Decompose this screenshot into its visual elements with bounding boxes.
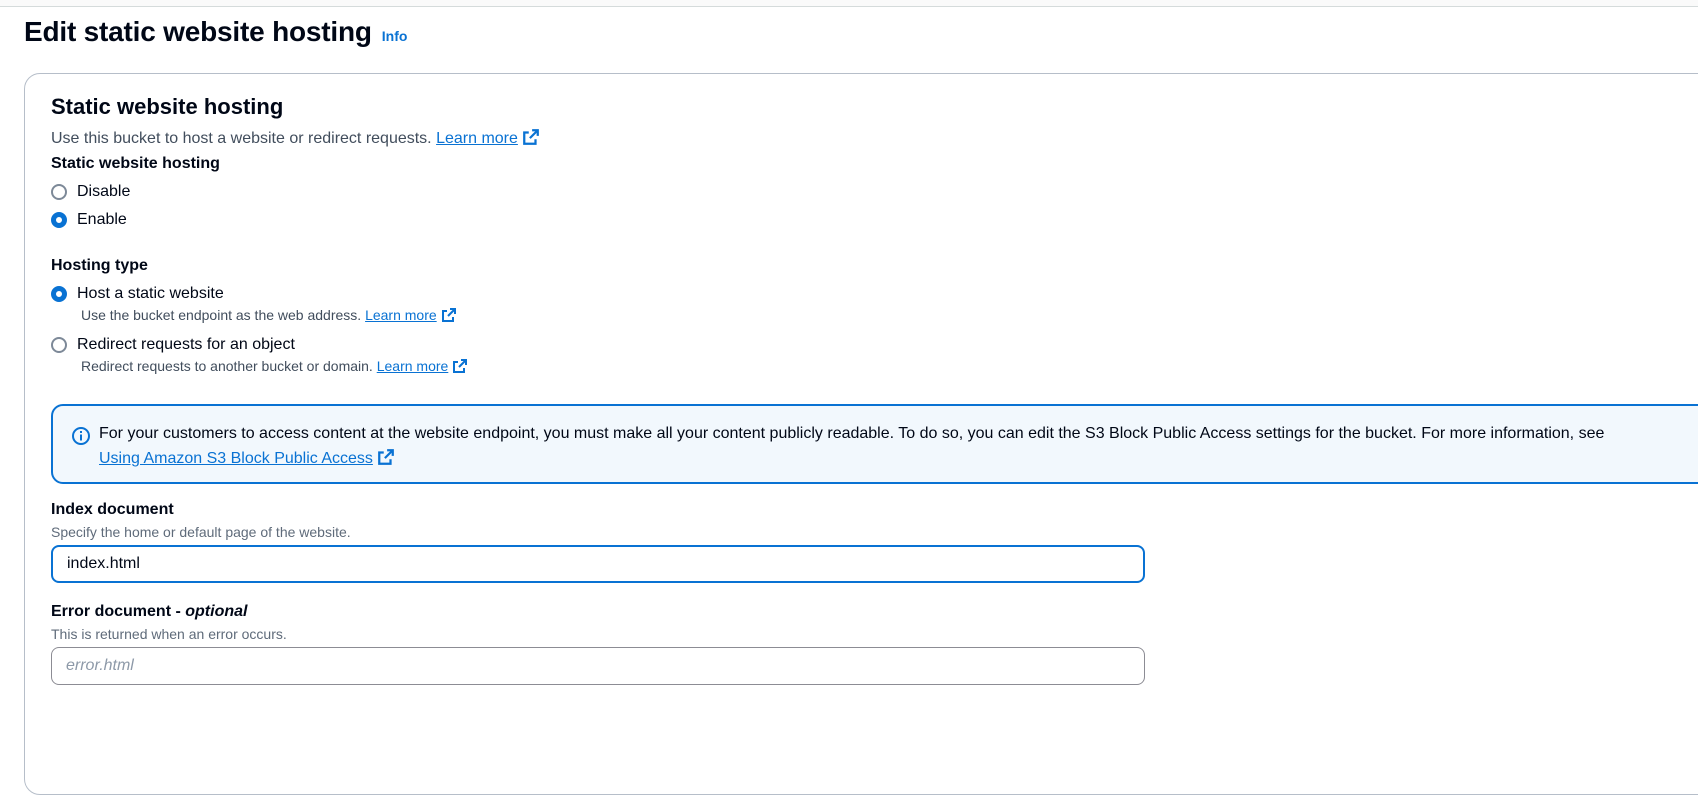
error-document-input[interactable] bbox=[51, 647, 1145, 685]
alert-text: For your customers to access content at … bbox=[99, 425, 1605, 442]
radio-button-redirect[interactable] bbox=[51, 337, 67, 353]
hosting-toggle-label: Static website hosting bbox=[51, 155, 220, 172]
index-document-label: Index document bbox=[51, 501, 174, 518]
section-title: Static website hosting bbox=[51, 94, 284, 119]
host-static-description: Use the bucket endpoint as the web addre… bbox=[81, 307, 457, 323]
section-description-text: Use this bucket to host a website or red… bbox=[51, 130, 432, 147]
section-description: Use this bucket to host a website or red… bbox=[51, 128, 540, 148]
static-website-hosting-panel: Static website hosting Use this bucket t… bbox=[24, 73, 1698, 795]
info-alert: For your customers to access content at … bbox=[51, 404, 1698, 484]
radio-button-enable[interactable] bbox=[51, 212, 67, 228]
host-static-learn-more-label: Learn more bbox=[365, 307, 437, 323]
external-link-icon bbox=[453, 359, 468, 373]
radio-enable[interactable]: Enable bbox=[51, 211, 127, 229]
block-public-access-label: Using Amazon S3 Block Public Access bbox=[99, 450, 373, 467]
radio-enable-label: Enable bbox=[77, 211, 127, 228]
external-link-icon bbox=[523, 129, 539, 145]
learn-more-link[interactable]: Learn more bbox=[436, 129, 540, 147]
info-link[interactable]: Info bbox=[382, 28, 408, 44]
error-document-label: Error document - optional bbox=[51, 603, 247, 621]
optional-tag: optional bbox=[185, 603, 248, 620]
page-title: Edit static website hosting bbox=[24, 16, 372, 47]
radio-disable-label: Disable bbox=[77, 183, 131, 200]
external-link-icon bbox=[441, 308, 456, 322]
radio-disable[interactable]: Disable bbox=[51, 183, 130, 201]
radio-button-host-static[interactable] bbox=[51, 286, 67, 302]
redirect-description: Redirect requests to another bucket or d… bbox=[81, 358, 468, 374]
radio-button-disable[interactable] bbox=[51, 184, 67, 200]
error-document-label-text: Error document - bbox=[51, 603, 181, 620]
host-static-description-text: Use the bucket endpoint as the web addre… bbox=[81, 307, 362, 323]
external-link-icon bbox=[378, 449, 394, 465]
radio-host-static-website[interactable]: Host a static website bbox=[51, 285, 224, 303]
top-divider bbox=[0, 0, 1698, 7]
info-icon bbox=[72, 427, 90, 445]
hosting-type-label: Hosting type bbox=[51, 257, 148, 274]
index-document-hint: Specify the home or default page of the … bbox=[51, 524, 351, 540]
redirect-learn-more-link[interactable]: Learn more bbox=[377, 358, 469, 374]
radio-redirect-requests[interactable]: Redirect requests for an object bbox=[51, 336, 295, 354]
host-static-learn-more-link[interactable]: Learn more bbox=[365, 307, 457, 323]
page-header: Edit static website hosting Info bbox=[24, 16, 407, 48]
block-public-access-link[interactable]: Using Amazon S3 Block Public Access bbox=[99, 449, 395, 467]
index-document-input[interactable] bbox=[51, 545, 1145, 583]
radio-redirect-label: Redirect requests for an object bbox=[77, 336, 295, 353]
learn-more-label: Learn more bbox=[436, 130, 518, 147]
error-document-hint: This is returned when an error occurs. bbox=[51, 626, 287, 642]
redirect-learn-more-label: Learn more bbox=[376, 358, 449, 374]
radio-host-static-label: Host a static website bbox=[77, 285, 224, 302]
redirect-description-text: Redirect requests to another bucket or d… bbox=[81, 358, 373, 374]
